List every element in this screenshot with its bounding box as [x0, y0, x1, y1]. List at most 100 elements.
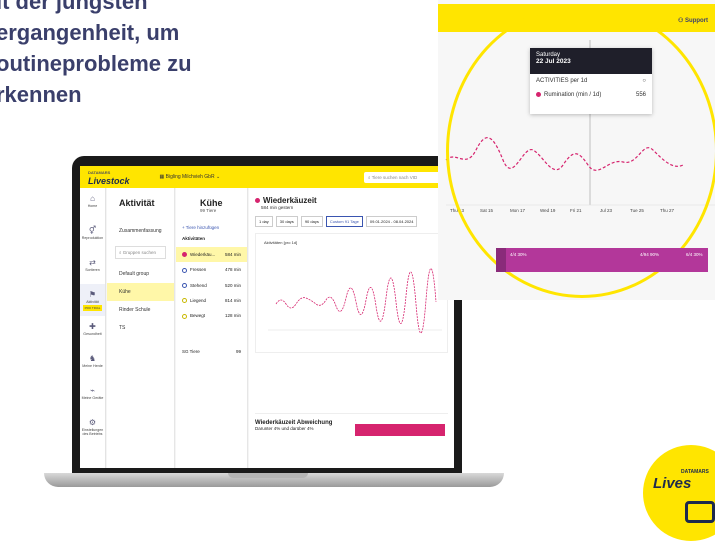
- info-icon: ○: [642, 78, 646, 84]
- animal-panel: Kühe 99 Tiere + Tiere hinzufügen Aktivit…: [176, 188, 248, 468]
- deviation-section: Wiederkäuzeit Abweichung Darunter 4% und…: [255, 413, 448, 453]
- deviation-bar: [355, 424, 445, 436]
- laptop-notch: [228, 473, 308, 478]
- rail-item-settings[interactable]: ⚙ Einstellungen des Betriebs: [80, 412, 105, 444]
- laptop-screen: DATAMARS Livestock ▦ Bigling Milchvieh G…: [80, 166, 454, 468]
- activity-row[interactable]: Fressen 478 min: [176, 262, 247, 277]
- chart-label: Aktivitäten [pro 1d]: [264, 240, 298, 245]
- page-title: Aktivität: [119, 198, 155, 208]
- footer-label: SG Tiere: [182, 348, 200, 354]
- tooltip-series-row: Rumination (min / 1d) 556: [530, 88, 652, 102]
- rail-item-sort[interactable]: ⇄ Sortieren: [80, 252, 105, 284]
- activity-value: 128 min: [224, 313, 241, 319]
- group-panel: Aktivität Zusammenfassung ⌕ Gruppen such…: [107, 188, 175, 468]
- bar-segment: 6/4 30%: [686, 252, 703, 257]
- rail-item-health[interactable]: ✚ Gesundheit: [80, 316, 105, 348]
- tab-1-day[interactable]: 1 day: [255, 216, 273, 227]
- activity-row[interactable]: Stehend 520 min: [176, 278, 247, 293]
- distribution-bar: 4/4 30% 4/94 90% 6/4 30%: [496, 248, 708, 272]
- bar-segment: 4/94 90%: [640, 252, 660, 257]
- rumination-series-line: [275, 268, 437, 334]
- activity-row[interactable]: Liegend 814 min: [176, 293, 247, 308]
- tab-30-days[interactable]: 30 days: [275, 216, 298, 227]
- home-icon: ⌂: [90, 194, 95, 203]
- reproduction-icon: ⚥: [88, 226, 97, 235]
- tab-90-days[interactable]: 90 days: [300, 216, 323, 227]
- tooltip-metric-row: ACTIVITIES per 1d ○: [530, 74, 652, 88]
- x-tick: Fri 21: [570, 208, 582, 213]
- brand-badge: DATAMARS Lives: [641, 443, 715, 543]
- deviation-inputs[interactable]: Darunter 4% und darüber 4%: [255, 426, 314, 431]
- rail-label: Aktivität: [86, 300, 99, 304]
- series-dot: [182, 313, 187, 319]
- devices-icon: ⌁: [90, 386, 95, 395]
- group-item[interactable]: TS: [107, 319, 174, 337]
- series-dot: [255, 198, 260, 204]
- chevron-down-icon: ⌄: [215, 174, 221, 180]
- series-dot: [182, 252, 187, 258]
- tooltip-header: Saturday 22 Jul 2023: [530, 48, 652, 74]
- headline-line-2: ergangenheit, um: [0, 20, 180, 45]
- rail-label: Gesundheit: [83, 332, 102, 336]
- activity-row[interactable]: Bewegt 128 min: [176, 308, 247, 323]
- activity-label: Liegend: [190, 297, 207, 303]
- headline: it der jüngsten ergangenheit, um outinep…: [0, 0, 296, 110]
- metric-title-text: Wiederkäuzeit: [263, 196, 317, 205]
- chart-line-svg: [268, 268, 442, 334]
- group-count: 99 Tiere: [200, 208, 217, 213]
- group-item[interactable]: Default group: [107, 265, 174, 283]
- bar-segment: 4/4 30%: [510, 252, 527, 257]
- x-tick: Tue 25: [630, 208, 644, 213]
- headline-line-3: outineprobleme zu: [0, 51, 192, 76]
- activity-label: Wiederkäu...: [190, 252, 216, 257]
- headline-line-1: it der jüngsten: [0, 0, 148, 14]
- group-search-placeholder: Gruppen suchen: [122, 250, 157, 255]
- rail-item-home[interactable]: ⌂ Home: [80, 188, 105, 220]
- rail-item-herd[interactable]: ♞ Meine Herde: [80, 348, 105, 380]
- search-input[interactable]: ⌕ Tiere suchen nach VID: [364, 172, 444, 183]
- activity-row[interactable]: Wiederkäu... 584 min: [176, 247, 247, 263]
- summary-link[interactable]: Zusammenfassung: [107, 222, 174, 240]
- herd-icon: ♞: [88, 354, 97, 363]
- laptop: DATAMARS Livestock ▦ Bigling Milchvieh G…: [72, 156, 462, 474]
- tooltip-date: 22 Jul 2023: [536, 58, 571, 65]
- activity-value: 478 min: [224, 267, 241, 273]
- group-item[interactable]: Rinder Schule: [107, 301, 174, 319]
- add-animals-button[interactable]: + Tiere hinzufügen: [182, 225, 241, 230]
- x-tick: Thu 13: [450, 208, 465, 213]
- rail-item-activity[interactable]: ⚑ Aktivität PRO TRIAL: [80, 284, 105, 316]
- farm-selector[interactable]: ▦ Bigling Milchvieh GbR ⌄: [160, 174, 221, 180]
- animals-footer: SG Tiere 99: [176, 344, 247, 359]
- activity-icon: ⚑: [88, 290, 97, 299]
- settings-icon: ⚙: [88, 418, 97, 427]
- tooltip-metric: ACTIVITIES per 1d: [536, 78, 588, 84]
- rail-label: Sortieren: [85, 268, 100, 272]
- rail-item-reproduction[interactable]: ⚥ Reproduktion: [80, 220, 105, 252]
- series-dot: [182, 282, 187, 288]
- date-range[interactable]: 09.01.2024 - 08.04.2024: [365, 216, 418, 227]
- headline-line-4: rkennen: [0, 82, 82, 107]
- chart-tooltip: Saturday 22 Jul 2023 ACTIVITIES per 1d ○ …: [530, 48, 652, 114]
- nav-rail: ⌂ Home ⚥ Reproduktion ⇄ Sortieren ⚑ Aktivitä…: [80, 188, 106, 468]
- tab-custom[interactable]: Custom 91 Tage: [325, 216, 363, 227]
- farm-name: Bigling Milchvieh GbR: [165, 174, 215, 180]
- activity-value: 814 min: [224, 297, 241, 303]
- device-icon: [685, 501, 715, 523]
- rail-label: Einstellungen des Betriebs: [81, 428, 104, 436]
- activity-label: Fressen: [190, 267, 207, 273]
- health-icon: ✚: [89, 322, 96, 331]
- sort-icon: ⇄: [89, 258, 96, 267]
- trial-badge: PRO TRIAL: [82, 305, 103, 311]
- activity-value: 520 min: [224, 282, 241, 288]
- tooltip-value: 556: [635, 92, 646, 98]
- activity-chart: Aktivitäten [pro 1d]: [255, 233, 448, 353]
- logo-text: Livestock: [88, 176, 130, 186]
- rail-item-devices[interactable]: ⌁ Meine Geräte: [80, 380, 105, 412]
- app-logo[interactable]: DATAMARS Livestock: [88, 169, 130, 186]
- group-item[interactable]: Kühe: [107, 283, 174, 301]
- group-search-input[interactable]: ⌕ Gruppen suchen: [115, 246, 166, 259]
- rail-label: Meine Herde: [82, 364, 103, 368]
- tooltip-series: Rumination (min / 1d): [544, 92, 602, 99]
- group-title: Kühe: [200, 198, 223, 208]
- activities-title: Aktivitäten: [182, 236, 206, 241]
